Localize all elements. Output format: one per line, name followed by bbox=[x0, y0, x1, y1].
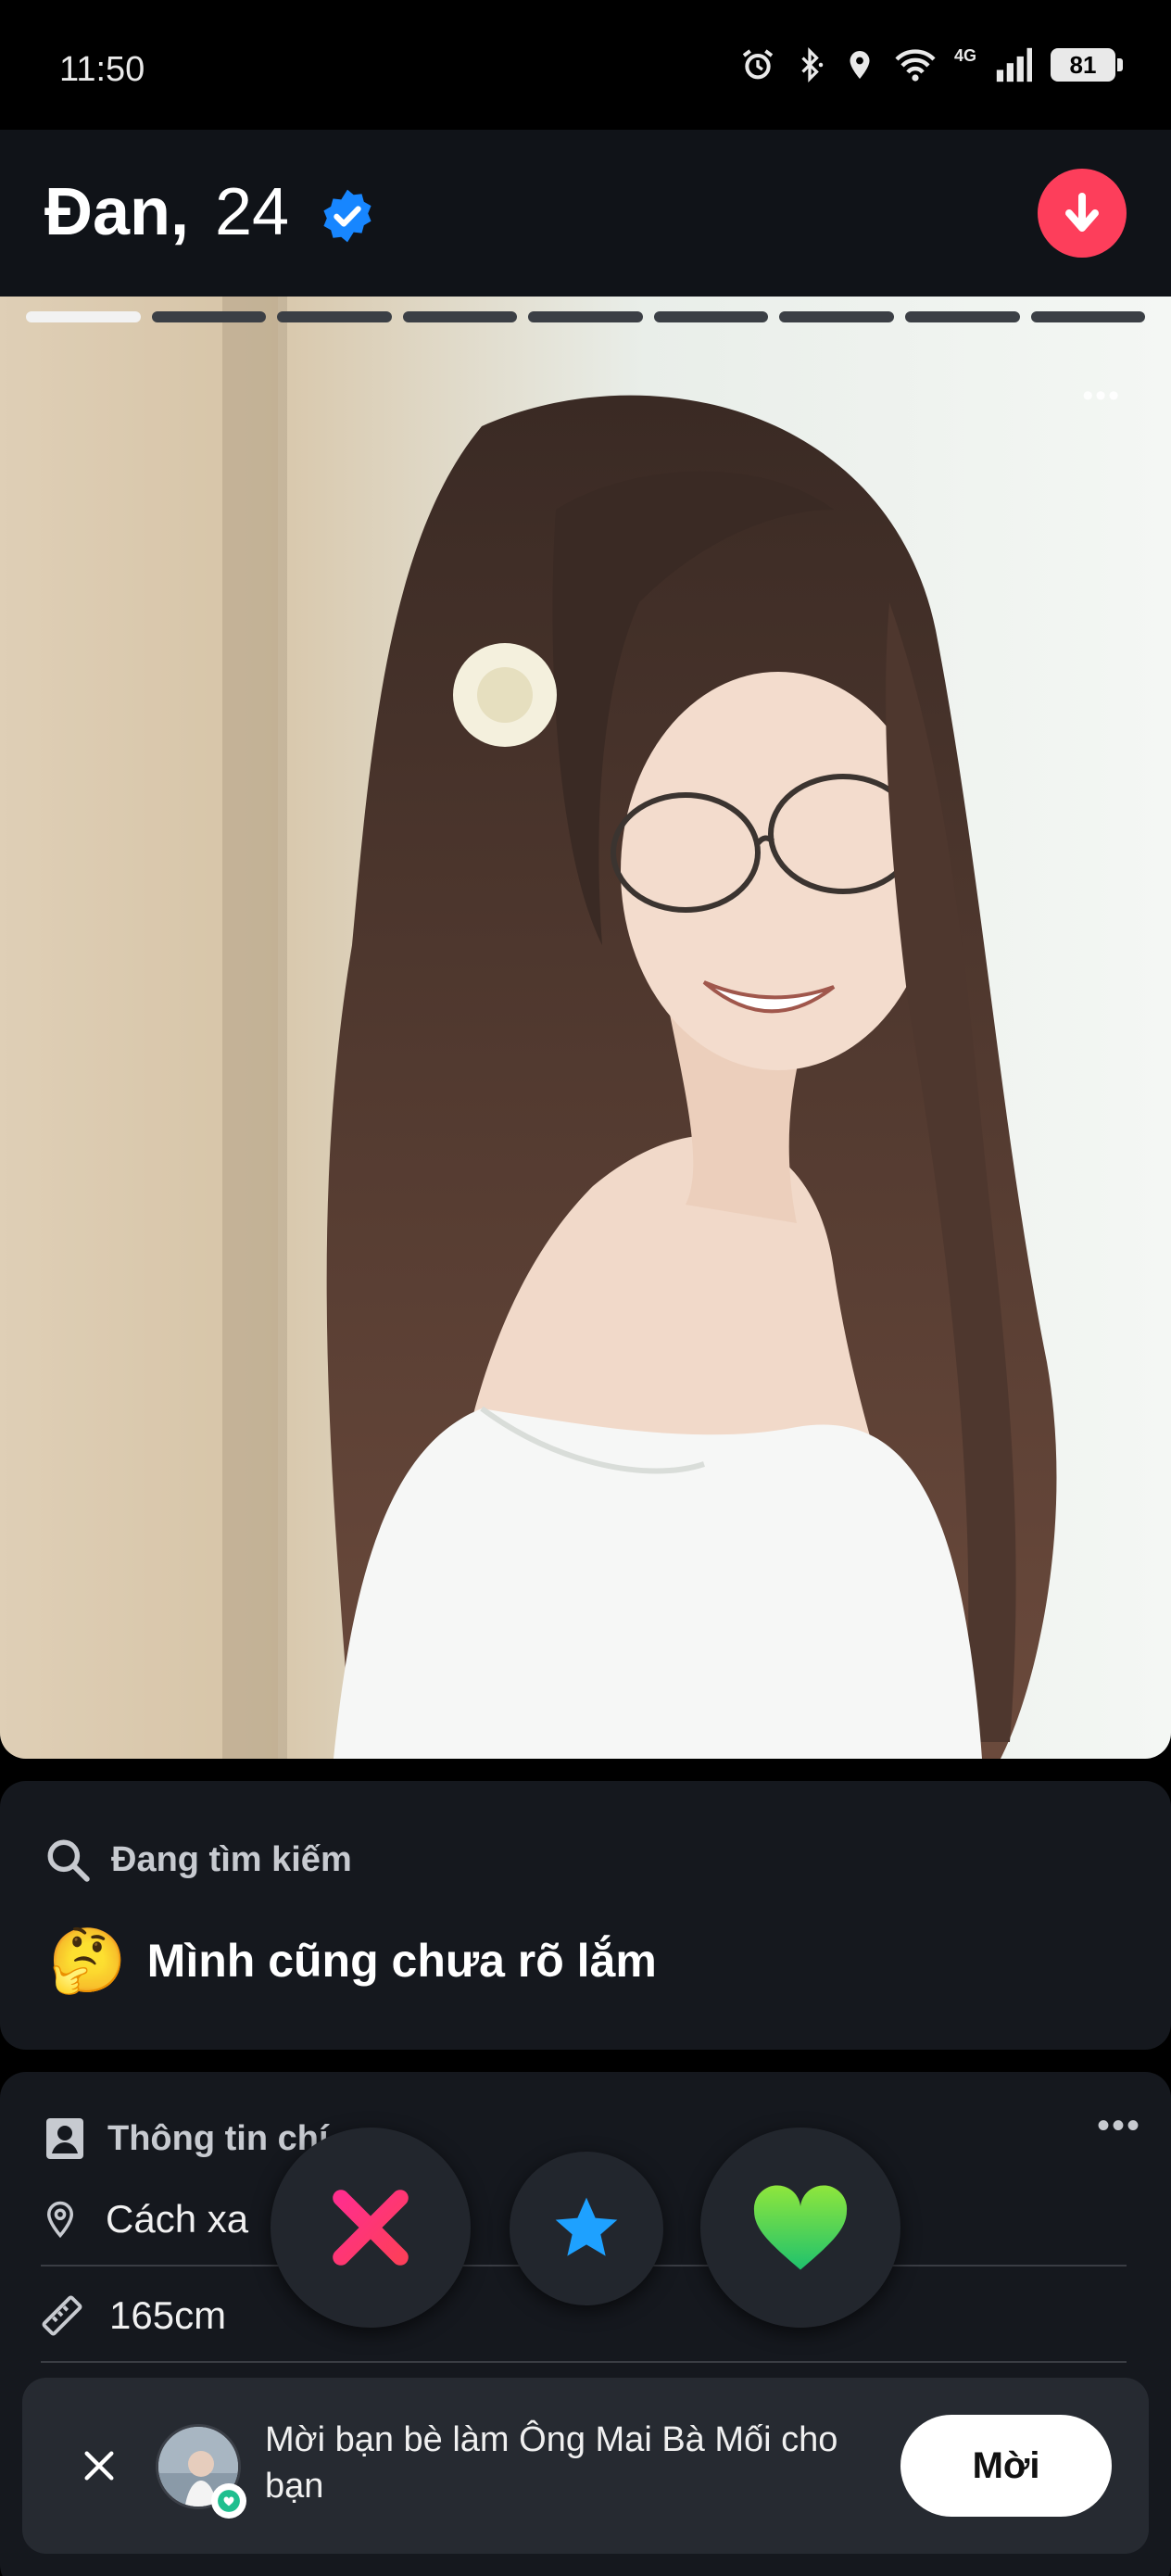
wifi-icon bbox=[895, 49, 936, 82]
battery-icon: 81 bbox=[1051, 48, 1123, 82]
distance-text: Cách xa bbox=[106, 2197, 249, 2241]
like-button[interactable] bbox=[700, 2128, 900, 2328]
super-like-button[interactable] bbox=[510, 2152, 663, 2305]
photo-progress-segment bbox=[277, 311, 392, 322]
signal-icon bbox=[996, 47, 1032, 82]
network-type: 4G bbox=[953, 45, 976, 65]
arrow-down-icon bbox=[1065, 193, 1099, 232]
status-time: 11:50 bbox=[59, 50, 145, 89]
height-text: 165cm bbox=[109, 2293, 227, 2337]
photo-progress-segment bbox=[26, 311, 141, 322]
ruler-icon bbox=[42, 2295, 82, 2336]
invite-banner: Mời bạn bè làm Ông Mai Bà Mối cho bạn Mờ… bbox=[22, 2378, 1149, 2554]
looking-for-label: Đang tìm kiếm bbox=[111, 1839, 352, 1879]
invite-close-button[interactable] bbox=[67, 2433, 132, 2498]
basic-info-more-icon[interactable]: ••• bbox=[1097, 2105, 1141, 2147]
invite-button[interactable]: Mời bbox=[900, 2415, 1112, 2517]
photo-progress-segment bbox=[528, 311, 643, 322]
photo-more-options-icon[interactable]: ••• bbox=[1082, 378, 1121, 414]
thinking-emoji-icon: 🤔 bbox=[48, 1926, 127, 1996]
star-icon bbox=[555, 2197, 618, 2256]
profile-age: 24 bbox=[215, 175, 290, 249]
location-pin-icon bbox=[46, 2201, 74, 2239]
looking-for-value: Mình cũng chưa rõ lắm bbox=[146, 1935, 657, 1987]
photo-progress-segment bbox=[653, 311, 769, 322]
photo-progress bbox=[26, 311, 1146, 324]
close-x-icon bbox=[333, 2190, 409, 2266]
profile-card-icon bbox=[46, 2118, 83, 2159]
nope-button[interactable] bbox=[271, 2128, 471, 2328]
looking-for-header: Đang tìm kiếm bbox=[44, 1837, 352, 1883]
alarm-icon bbox=[742, 49, 774, 80]
verified-badge-icon bbox=[323, 189, 371, 243]
profile-photo[interactable]: ••• bbox=[0, 297, 1171, 1759]
basic-info-header: Thông tin chí bbox=[44, 2116, 329, 2161]
profile-name: Đan, bbox=[44, 175, 190, 249]
photo-progress-segment bbox=[779, 311, 894, 322]
location-icon bbox=[850, 51, 870, 79]
photo-progress-segment bbox=[904, 311, 1020, 322]
photo-progress-segment bbox=[402, 311, 518, 322]
looking-for-value-row: 🤔 Mình cũng chưa rõ lắm bbox=[48, 1929, 657, 1992]
search-icon bbox=[47, 1839, 90, 1882]
close-icon bbox=[84, 2451, 114, 2481]
basic-info-title: Thông tin chí bbox=[107, 2118, 329, 2158]
bluetooth-icon bbox=[801, 47, 824, 82]
matchmaker-heart-badge-icon bbox=[211, 2483, 246, 2519]
heart-icon bbox=[753, 2185, 848, 2270]
photo-progress-segment bbox=[151, 311, 267, 322]
looking-for-card: Đang tìm kiếm 🤔 Mình cũng chưa rõ lắm bbox=[0, 1781, 1171, 2050]
photo-progress-segment bbox=[1030, 311, 1146, 322]
collapse-profile-button[interactable] bbox=[1038, 169, 1127, 258]
profile-photo-image bbox=[0, 297, 1171, 1759]
invite-text: Mời bạn bè làm Ông Mai Bà Mối cho bạn bbox=[265, 2420, 838, 2506]
status-bar: 11:50 4G 81 bbox=[0, 0, 1171, 130]
profile-header: Đan, 24 bbox=[0, 130, 1171, 297]
status-icons: 4G 81 bbox=[739, 45, 1123, 83]
